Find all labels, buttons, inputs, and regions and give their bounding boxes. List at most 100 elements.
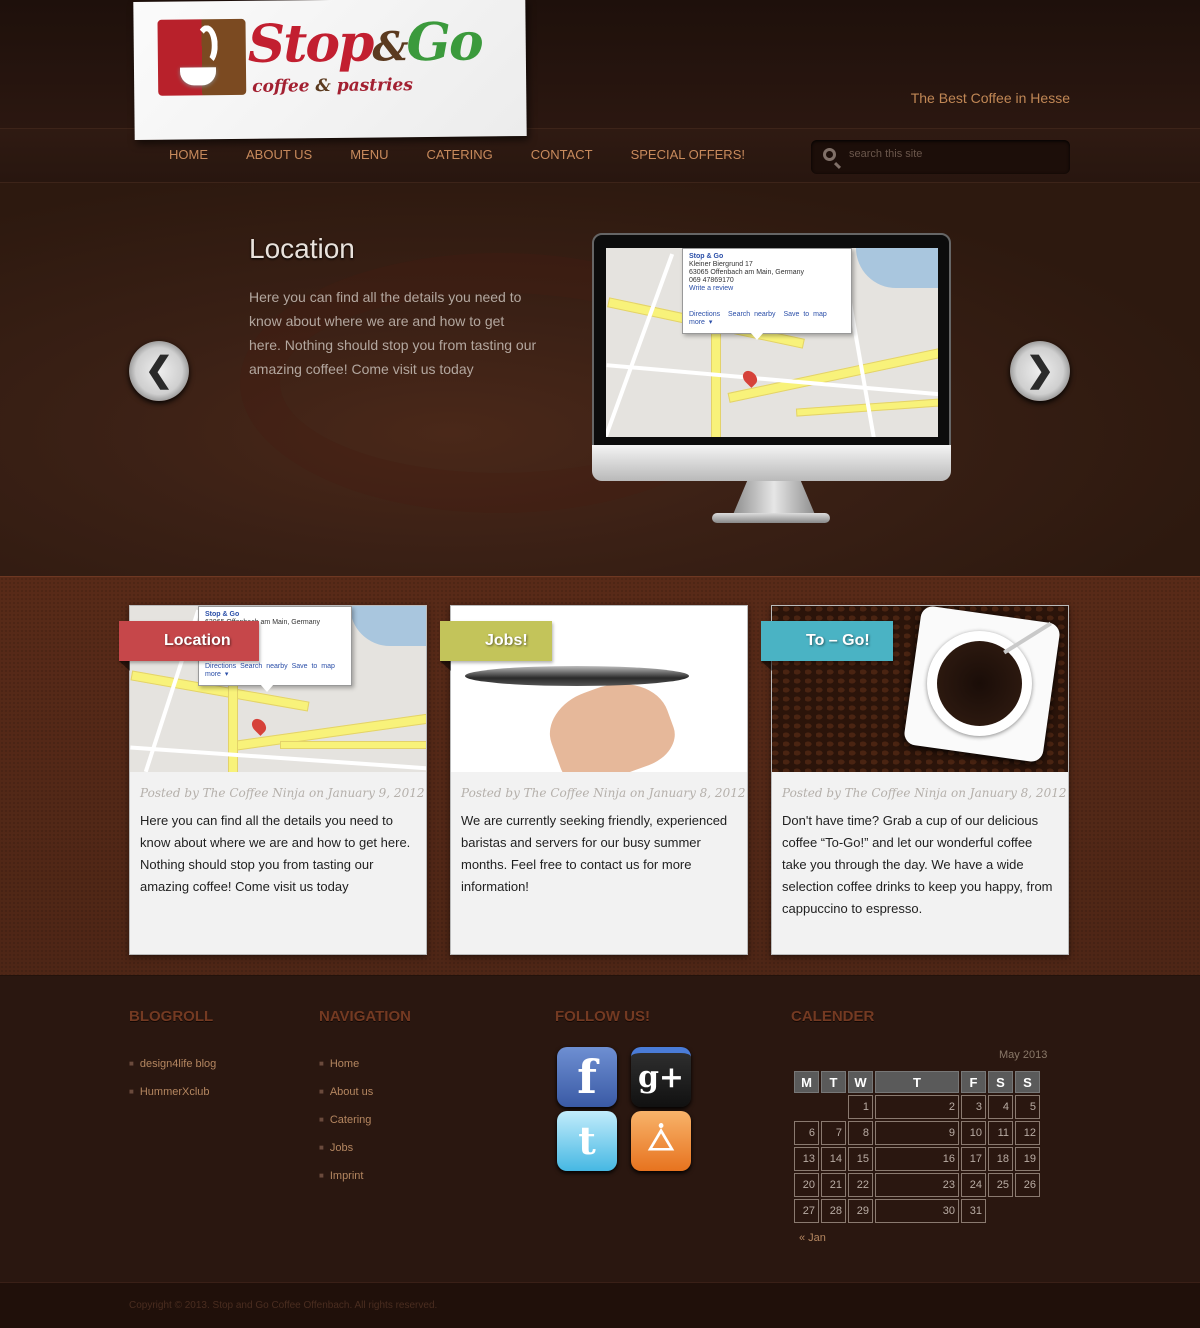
hero-text: Here you can find all the details you ne… — [249, 289, 537, 377]
nav-menu-item[interactable]: MENU — [331, 147, 407, 163]
calendar-day-header: T — [875, 1071, 959, 1093]
search-input[interactable] — [849, 148, 1059, 160]
content-band: Stop & Go 63065 Offenbach am Main, Germa… — [0, 576, 1200, 976]
monitor-image: Stop & Go Kleiner Biergrund 17 63065 Off… — [592, 233, 951, 479]
calendar-day: 22 — [848, 1173, 873, 1197]
calendar-day — [821, 1095, 846, 1119]
footer-nav-catering[interactable]: Catering — [319, 1106, 373, 1134]
brand-name: Stop&Go — [247, 11, 482, 75]
calendar-day: 8 — [848, 1121, 873, 1145]
monitor-base — [712, 513, 830, 523]
footer-nav-list: Home About us Catering Jobs Imprint — [319, 1050, 373, 1190]
calendar-day-header: S — [988, 1071, 1013, 1093]
card-ribbon: Location — [119, 621, 259, 671]
calendar-day: 5 — [1015, 1095, 1040, 1119]
nav-home[interactable]: HOME — [150, 147, 227, 163]
blogroll-list: design4life blog HummerXclub — [129, 1050, 216, 1106]
footer: BLOGROLL design4life blog HummerXclub NA… — [0, 976, 1200, 1282]
footer-nav-imprint[interactable]: Imprint — [319, 1162, 373, 1190]
brand-subtitle: coffee & pastries — [252, 75, 414, 97]
logo[interactable]: Stop&Go coffee & pastries — [133, 0, 527, 141]
calendar-heading: CALENDER — [791, 1008, 875, 1025]
arrow-left-icon: ❮ — [144, 351, 174, 389]
search-icon[interactable] — [823, 148, 836, 161]
calendar-day: 23 — [875, 1173, 959, 1197]
calendar-day: 17 — [961, 1147, 986, 1171]
navigation-heading: NAVIGATION — [319, 1008, 411, 1025]
calendar: M T W T F S S 1 2 3 4 5 6 7 8 9 10 11 12… — [792, 1069, 1042, 1225]
card-meta: Posted by The Coffee Ninja on January 8,… — [461, 786, 746, 800]
footer-nav-jobs[interactable]: Jobs — [319, 1134, 373, 1162]
follow-heading: FOLLOW US! — [555, 1008, 650, 1025]
card-text: Don't have time? Grab a cup of our delic… — [782, 813, 1053, 916]
rss-icon[interactable]: ⧊ — [631, 1111, 691, 1171]
calendar-day-header: M — [794, 1071, 819, 1093]
slider-next-button[interactable]: ❯ — [1010, 341, 1070, 401]
calendar-day-header: W — [848, 1071, 873, 1093]
calendar-day: 14 — [821, 1147, 846, 1171]
nav-about-us[interactable]: ABOUT US — [227, 147, 331, 163]
map-info-bubble: Stop & Go Kleiner Biergrund 17 63065 Off… — [682, 248, 852, 340]
calendar-day: 31 — [961, 1199, 986, 1223]
calendar-day-header: S — [1015, 1071, 1040, 1093]
calendar-day — [1015, 1199, 1040, 1223]
calendar-day: 25 — [988, 1173, 1013, 1197]
calendar-day: 7 — [821, 1121, 846, 1145]
calendar-day-header: F — [961, 1071, 986, 1093]
card-ribbon: To – Go! — [761, 621, 893, 671]
calendar-day: 2 — [875, 1095, 959, 1119]
copyright: Copyright © 2013. Stop and Go Coffee Off… — [129, 1300, 438, 1311]
calendar-day: 16 — [875, 1147, 959, 1171]
calendar-day: 18 — [988, 1147, 1013, 1171]
calendar-prev-link[interactable]: « Jan — [799, 1232, 826, 1244]
calendar-day: 15 — [848, 1147, 873, 1171]
slider-prev-button[interactable]: ❮ — [129, 341, 189, 401]
card-meta: Posted by The Coffee Ninja on January 8,… — [782, 786, 1067, 800]
calendar-day: 10 — [961, 1121, 986, 1145]
map-pin-icon[interactable] — [740, 368, 760, 388]
footer-nav-home[interactable]: Home — [319, 1050, 373, 1078]
card-to-go[interactable]: To – Go! Posted by The Coffee Ninja on J… — [761, 605, 1069, 955]
calendar-day — [794, 1095, 819, 1119]
nav-special-offers[interactable]: SPECIAL OFFERS! — [612, 147, 764, 163]
calendar-day: 4 — [988, 1095, 1013, 1119]
bottom-bar: Copyright © 2013. Stop and Go Coffee Off… — [0, 1282, 1200, 1328]
tagline: The Best Coffee in Hesse — [910, 90, 1070, 106]
coffee-cup-logo-icon — [157, 18, 247, 96]
calendar-day: 30 — [875, 1199, 959, 1223]
calendar-caption: May 2013 — [999, 1049, 1048, 1061]
blogroll-link[interactable]: HummerXclub — [129, 1078, 216, 1106]
nav-catering[interactable]: CATERING — [408, 147, 512, 163]
card-location[interactable]: Stop & Go 63065 Offenbach am Main, Germa… — [119, 605, 427, 955]
monitor-chin — [592, 445, 951, 481]
twitter-icon[interactable]: t — [557, 1111, 617, 1171]
card-text: We are currently seeking friendly, exper… — [461, 813, 728, 894]
calendar-day: 28 — [821, 1199, 846, 1223]
footer-nav-about[interactable]: About us — [319, 1078, 373, 1106]
arrow-right-icon: ❯ — [1025, 351, 1055, 389]
calendar-day: 20 — [794, 1173, 819, 1197]
calendar-day — [988, 1199, 1013, 1223]
calendar-day: 24 — [961, 1173, 986, 1197]
google-plus-icon[interactable]: g+ — [631, 1047, 691, 1107]
blogroll-heading: BLOGROLL — [129, 1008, 214, 1025]
calendar-day: 1 — [848, 1095, 873, 1119]
calendar-day: 21 — [821, 1173, 846, 1197]
calendar-day: 19 — [1015, 1147, 1040, 1171]
calendar-day: 27 — [794, 1199, 819, 1223]
card-text: Here you can find all the details you ne… — [140, 813, 411, 894]
monitor-stand — [732, 481, 816, 517]
map-screen: Stop & Go Kleiner Biergrund 17 63065 Off… — [606, 248, 938, 437]
blogroll-link[interactable]: design4life blog — [129, 1050, 216, 1078]
nav-menu: HOME ABOUT US MENU CATERING CONTACT SPEC… — [150, 147, 764, 163]
calendar-day: 12 — [1015, 1121, 1040, 1145]
nav-contact[interactable]: CONTACT — [512, 147, 612, 163]
card-ribbon: Jobs! — [440, 621, 552, 671]
calendar-day: 26 — [1015, 1173, 1040, 1197]
calendar-day: 13 — [794, 1147, 819, 1171]
facebook-icon[interactable]: f — [557, 1047, 617, 1107]
calendar-day: 29 — [848, 1199, 873, 1223]
card-jobs[interactable]: Jobs! Posted by The Coffee Ninja on Janu… — [440, 605, 748, 955]
hero-title: Location — [249, 233, 355, 264]
map: Stop & Go Kleiner Biergrund 17 63065 Off… — [606, 248, 938, 437]
